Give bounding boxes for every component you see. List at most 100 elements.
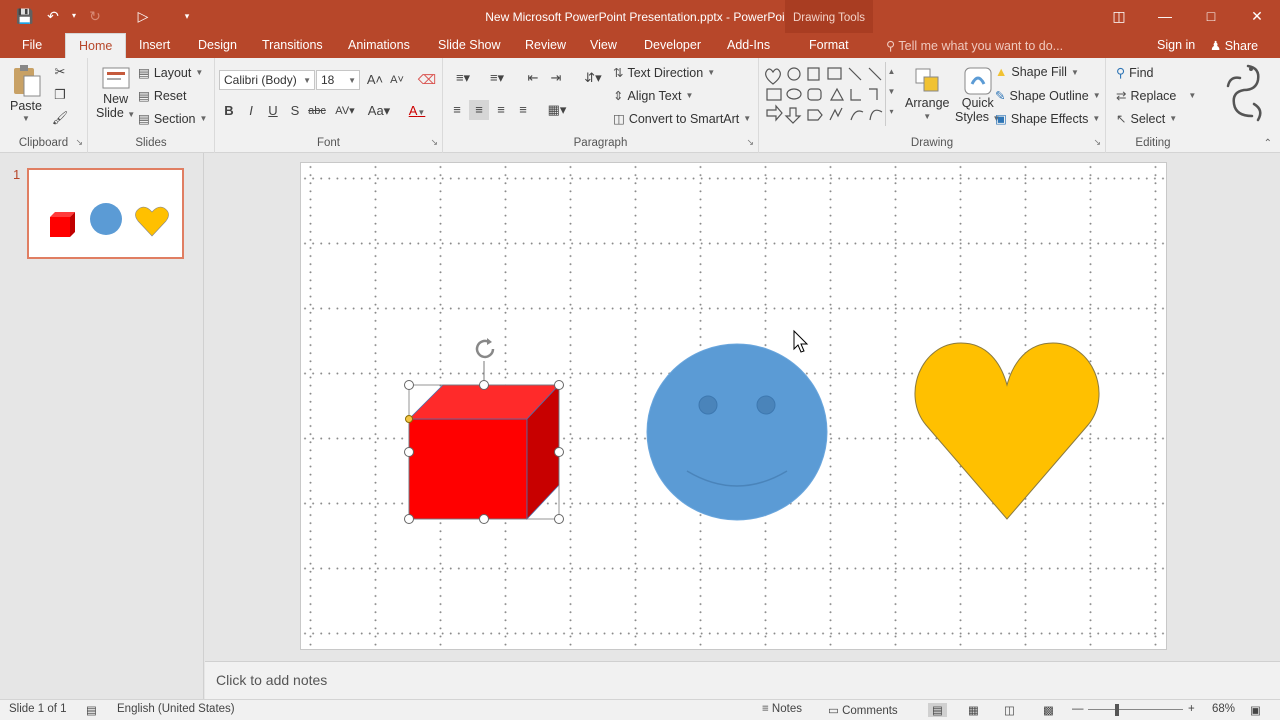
new-slide-button[interactable]: New Slide ▼ (96, 64, 135, 120)
font-launcher-icon[interactable]: ↘ (430, 137, 438, 148)
align-center-icon[interactable]: ≡ (469, 100, 489, 120)
bullets-icon[interactable]: ≡▾ (449, 68, 477, 88)
layout-button[interactable]: ▤ Layout ▼ (138, 65, 203, 81)
section-button[interactable]: ▤ Section ▼ (138, 111, 207, 127)
normal-view-icon[interactable]: ▤ (928, 703, 947, 717)
ribbon-display-options-icon[interactable]: ◫ (1096, 0, 1142, 33)
language-status[interactable]: English (United States) (117, 703, 235, 715)
character-spacing-icon[interactable]: AV▾ (331, 101, 359, 121)
bold-icon[interactable]: B (219, 101, 239, 121)
reset-button[interactable]: ▤ Reset (138, 88, 187, 104)
decrease-font-size-icon[interactable]: A˅ (387, 70, 407, 90)
tab-view[interactable]: View (590, 38, 617, 52)
shape-outline-button[interactable]: ✎ Shape Outline ▼ (995, 88, 1101, 104)
spell-check-icon[interactable]: ▤ (86, 703, 97, 717)
pencil-icon: ✎ (995, 89, 1006, 103)
font-family-select[interactable]: Calibri (Body) ▼ (219, 70, 315, 90)
tab-developer[interactable]: Developer (644, 38, 701, 52)
font-size-select[interactable]: 18 ▼ (316, 70, 360, 90)
drawing-launcher-icon[interactable]: ↘ (1093, 137, 1101, 148)
decrease-indent-icon[interactable]: ⇤ (523, 68, 543, 88)
tab-format[interactable]: Format (809, 38, 849, 52)
tab-design[interactable]: Design (198, 38, 237, 52)
numbering-icon[interactable]: ≡▾ (483, 68, 511, 88)
strikethrough-icon[interactable]: abc (307, 101, 327, 121)
slide-thumbnail[interactable] (27, 168, 184, 259)
cut-icon[interactable]: ✂ (50, 62, 70, 82)
zoom-slider[interactable] (1088, 709, 1183, 710)
shapes-gallery[interactable] (763, 64, 903, 128)
cube-shape[interactable] (408, 383, 560, 521)
close-button[interactable]: ✕ (1234, 0, 1280, 33)
tell-me-box[interactable]: ⚲ Tell me what you want to do... (886, 38, 1063, 53)
slide-canvas[interactable] (300, 162, 1167, 650)
tab-transitions[interactable]: Transitions (262, 38, 323, 52)
reset-label: Reset (153, 88, 187, 103)
sign-in-link[interactable]: Sign in (1157, 38, 1195, 52)
copy-icon[interactable]: ❐ (50, 85, 70, 105)
align-text-button[interactable]: ⇕ Align Text ▼ (613, 88, 693, 104)
maximize-button[interactable]: □ (1188, 0, 1234, 33)
paint-bucket-icon: ▲ (995, 65, 1008, 79)
change-case-icon[interactable]: Aa▾ (365, 101, 393, 121)
title-bar: 💾 ↶ ▾ ↻ ▷ ▾ New Microsoft PowerPoint Pre… (0, 0, 1280, 58)
ribbon-tabs: File Home Insert Design Transitions Anim… (0, 33, 1280, 58)
gallery-scroll[interactable]: ▲ ▼ ▾ (885, 62, 897, 126)
increase-indent-icon[interactable]: ⇥ (546, 68, 566, 88)
underline-icon[interactable]: U (263, 101, 283, 121)
shape-effects-button[interactable]: ▣ Shape Effects ▼ (995, 111, 1100, 127)
slide-show-icon[interactable]: ▩ (1043, 703, 1054, 717)
clipboard-launcher-icon[interactable]: ↘ (75, 137, 83, 148)
tab-home[interactable]: Home (65, 33, 127, 58)
replace-button[interactable]: ⇄ Replace ▼ (1116, 88, 1196, 104)
smiley-face-shape[interactable] (646, 343, 828, 521)
text-direction-button[interactable]: ⇅ Text Direction ▼ (613, 65, 715, 81)
font-color-icon[interactable]: A▼ (403, 101, 431, 121)
select-button[interactable]: ↖ Select ▼ (1116, 111, 1177, 127)
tab-animations[interactable]: Animations (348, 38, 410, 52)
zoom-out-icon[interactable]: — (1072, 703, 1084, 715)
tab-add-ins[interactable]: Add-Ins (727, 38, 770, 52)
reading-view-icon[interactable]: ◫ (1004, 703, 1015, 717)
paste-button[interactable]: Paste ▼ (10, 64, 42, 123)
minimize-button[interactable]: — (1142, 0, 1188, 33)
tab-insert[interactable]: Insert (139, 38, 170, 52)
rotate-handle-icon[interactable] (475, 338, 495, 359)
increase-font-size-icon[interactable]: A˄ (365, 70, 385, 90)
align-right-icon[interactable]: ≡ (491, 100, 511, 120)
notes-toggle-button[interactable]: ≡ Notes (762, 703, 802, 715)
zoom-in-icon[interactable]: + (1188, 703, 1195, 715)
find-label: Find (1129, 65, 1154, 80)
clear-formatting-icon[interactable]: ⌫ (417, 70, 437, 90)
clipboard-group: Paste ▼ ✂ ❐ 🖌 Clipboard ↘ (0, 58, 88, 153)
zoom-level[interactable]: 68% (1212, 703, 1235, 715)
tab-file[interactable]: File (22, 38, 42, 52)
share-button[interactable]: ♟ Share (1210, 38, 1258, 53)
find-button[interactable]: ⚲ Find (1116, 65, 1154, 81)
italic-icon[interactable]: I (241, 101, 261, 121)
columns-icon[interactable]: ▦▾ (543, 100, 571, 120)
notes-pane[interactable]: Click to add notes (205, 661, 1280, 699)
paragraph-launcher-icon[interactable]: ↘ (746, 137, 754, 148)
align-left-icon[interactable]: ≡ (447, 100, 467, 120)
fit-slide-icon[interactable]: ▣ (1250, 703, 1261, 717)
slide-sorter-icon[interactable]: ▦ (968, 703, 979, 717)
new-slide-label-2: Slide ▼ (96, 106, 136, 120)
arrange-button[interactable]: Arrange ▼ (905, 66, 949, 121)
format-painter-icon[interactable]: 🖌 (50, 108, 70, 128)
heart-shape[interactable] (914, 342, 1100, 520)
shape-fill-button[interactable]: ▲ Shape Fill ▼ (995, 65, 1079, 79)
align-text-label: Align Text (627, 88, 682, 103)
justify-icon[interactable]: ≡ (513, 100, 533, 120)
convert-smartart-button[interactable]: ◫ Convert to SmartArt ▼ (613, 111, 751, 127)
collapse-ribbon-icon[interactable]: ⌃ (1264, 138, 1272, 149)
comments-toggle-button[interactable]: ▭ Comments (828, 703, 898, 717)
tab-slide-show[interactable]: Slide Show (438, 38, 501, 52)
quick-styles-button[interactable]: Quick Styles ▼ (955, 66, 1000, 124)
tab-review[interactable]: Review (525, 38, 566, 52)
zoom-slider-thumb[interactable] (1115, 704, 1119, 716)
shadow-icon[interactable]: S (285, 101, 305, 121)
line-spacing-icon[interactable]: ⇵▾ (579, 68, 607, 88)
arrange-icon (915, 68, 939, 92)
editing-group: ⚲ Find ⇄ Replace ▼ ↖ Select ▼ Editing (1106, 58, 1200, 153)
